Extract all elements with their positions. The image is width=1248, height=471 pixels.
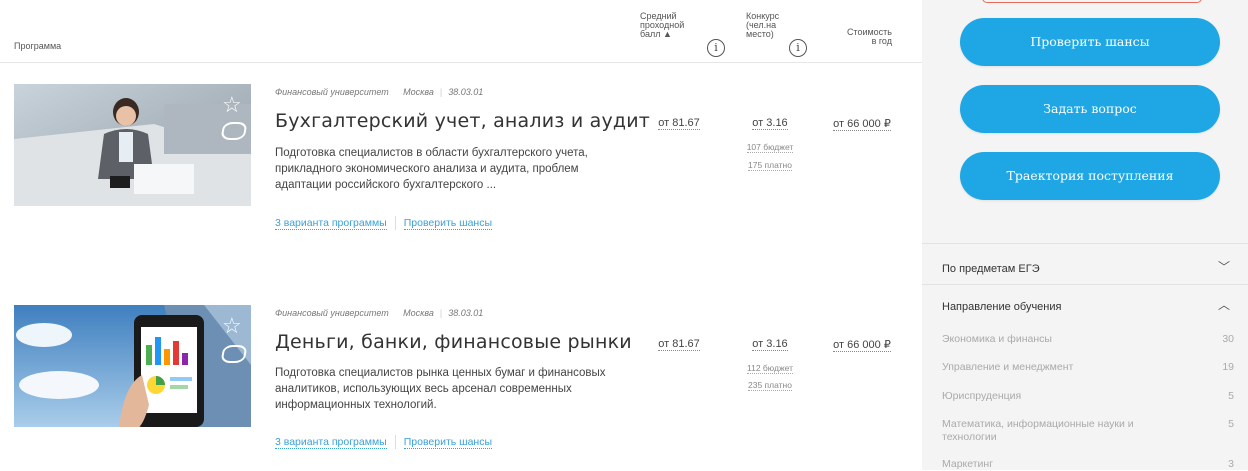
city: Москва — [403, 308, 434, 318]
budget-places[interactable]: 107 бюджет — [733, 142, 807, 153]
program-code: 38.03.01 — [448, 308, 484, 318]
top-button-edge[interactable] — [982, 0, 1202, 3]
direction-item[interactable]: Математика, информационные науки и техно… — [942, 418, 1182, 444]
direction-count: 19 — [1222, 361, 1234, 373]
direction-count: 5 — [1228, 418, 1234, 430]
variants-link[interactable]: 3 варианта программы — [275, 435, 387, 449]
direction-item[interactable]: Экономика и финансы — [942, 333, 1182, 346]
sidebar-divider — [922, 284, 1248, 285]
info-icon[interactable]: i — [707, 39, 725, 57]
program-meta: Финансовый университет|Москва|38.03.01 — [275, 308, 484, 318]
admission-path-button[interactable]: Траектория поступления — [960, 152, 1220, 200]
sidebar-divider — [922, 243, 1248, 244]
direction-count: 30 — [1222, 333, 1234, 345]
check-chances-link[interactable]: Проверить шансы — [403, 216, 493, 230]
paid-places[interactable]: 175 платно — [733, 160, 807, 171]
filter-ege-subjects[interactable]: По предметам ЕГЭ — [942, 263, 1040, 275]
paid-places[interactable]: 235 платно — [733, 380, 807, 391]
direction-item[interactable]: Юриспруденция — [942, 390, 1182, 403]
avg-score[interactable]: от 81.67 — [650, 338, 708, 351]
header-divider — [0, 62, 922, 63]
column-header-program[interactable]: Программа — [14, 42, 61, 51]
direction-item[interactable]: Маркетинг — [942, 458, 1182, 471]
chevron-down-icon[interactable]: ﹀ — [1218, 258, 1230, 275]
program-title[interactable]: Бухгалтерский учет, анализ и аудит — [275, 110, 650, 132]
filter-direction[interactable]: Направление обучения — [942, 301, 1061, 313]
program-image: ☆ — [14, 84, 251, 206]
column-header-competition[interactable]: Конкурс (чел.на место) — [746, 12, 790, 39]
favorite-star-icon[interactable]: ☆ — [222, 313, 242, 339]
university-name[interactable]: Финансовый университет — [275, 308, 389, 318]
direction-count: 5 — [1228, 390, 1234, 402]
check-chances-button[interactable]: Проверить шансы — [960, 18, 1220, 66]
competition-value[interactable]: от 3.16 — [742, 117, 798, 130]
avg-score[interactable]: от 81.67 — [650, 117, 708, 130]
competition-value[interactable]: от 3.16 — [742, 338, 798, 351]
column-header-cost[interactable]: Стоимость в год — [836, 28, 892, 46]
program-links: 3 варианта программы Проверить шансы — [275, 216, 493, 230]
variants-link[interactable]: 3 варианта программы — [275, 216, 387, 230]
program-description: Подготовка специалистов рынка ценных бум… — [275, 367, 606, 411]
program-meta: Финансовый университет|Москва|38.03.01 — [275, 87, 484, 97]
budget-places[interactable]: 112 бюджет — [733, 363, 807, 374]
ask-question-button[interactable]: Задать вопрос — [960, 85, 1220, 133]
program-title[interactable]: Деньги, банки, финансовые рынки — [275, 331, 632, 353]
chevron-up-icon[interactable]: ︿ — [1218, 296, 1230, 313]
check-chances-link[interactable]: Проверить шансы — [403, 435, 493, 449]
program-links: 3 варианта программы Проверить шансы — [275, 435, 493, 449]
direction-item[interactable]: Управление и менеджмент — [942, 361, 1182, 374]
university-name[interactable]: Финансовый университет — [275, 87, 389, 97]
direction-count: 3 — [1228, 458, 1234, 470]
program-description: Подготовка специалистов в области бухгал… — [275, 147, 588, 191]
favorite-star-icon[interactable]: ☆ — [222, 92, 242, 118]
program-code: 38.03.01 — [448, 87, 484, 97]
cost-value[interactable]: от 66 000 ₽ — [826, 338, 898, 352]
city: Москва — [403, 87, 434, 97]
info-icon[interactable]: i — [789, 39, 807, 57]
column-header-avg-score[interactable]: Средний проходной балл ▲ — [640, 12, 704, 39]
programs-list: Программа Средний проходной балл ▲ i Кон… — [0, 0, 922, 470]
cost-value[interactable]: от 66 000 ₽ — [826, 117, 898, 131]
program-image: ☆ — [14, 305, 251, 427]
sidebar: Проверить шансы Задать вопрос Траектория… — [922, 0, 1248, 470]
